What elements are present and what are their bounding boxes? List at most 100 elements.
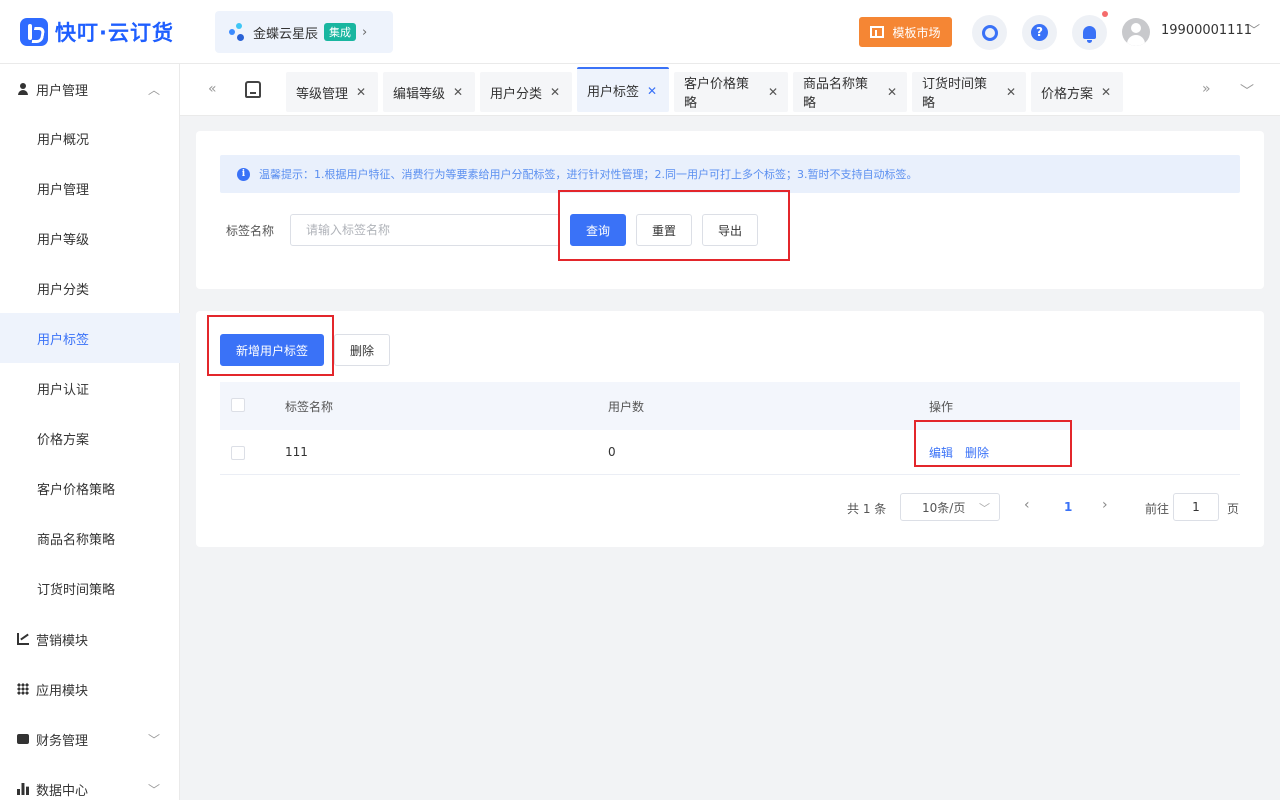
- info-icon: i: [237, 167, 250, 181]
- tabs-scroll-right-icon[interactable]: »: [1202, 81, 1211, 97]
- filter-panel: i 温馨提示：1.根据用户特征、消费行为等要素给用户分配标签，进行针对性管理；2…: [196, 131, 1264, 289]
- sidebar-item-user-category[interactable]: 用户分类: [0, 263, 180, 313]
- sidebar-group-finance[interactable]: 财务管理 ﹀: [0, 714, 180, 764]
- sidebar-group-apps[interactable]: 应用模块: [0, 664, 180, 714]
- integration-badge: 集成: [324, 23, 357, 41]
- chevron-up-icon: ︿: [147, 82, 160, 97]
- highlight-box: [207, 315, 334, 376]
- tab-user-category[interactable]: 用户分类 ✕: [480, 72, 572, 112]
- tab-label: 编辑等级: [393, 86, 446, 102]
- pagination: 共 1 条 10条/页 ﹀ ‹ 1 › 前往 页: [196, 493, 1264, 521]
- table-row: 111 0 编辑 删除: [220, 430, 1240, 475]
- sidebar-item-user-level[interactable]: 用户等级: [0, 213, 180, 263]
- sidebar-item-order-time-strategy[interactable]: 订货时间策略: [0, 563, 180, 613]
- cell-user-count: 0: [608, 445, 616, 459]
- table-panel: 新增用户标签 删除 标签名称 用户数 操作 111 0 编辑 删除 共 1 条 …: [196, 311, 1264, 547]
- close-icon[interactable]: ✕: [453, 85, 463, 99]
- bell-icon: [1083, 26, 1096, 43]
- prev-page-icon[interactable]: ‹: [1024, 497, 1030, 513]
- help-button[interactable]: ?: [1022, 15, 1057, 50]
- sidebar-group-marketing[interactable]: 营销模块: [0, 614, 180, 664]
- sidebar-item-product-name-strategy[interactable]: 商品名称策略: [0, 513, 180, 563]
- headset-icon: [981, 24, 998, 41]
- template-market-button[interactable]: 模板市场: [859, 17, 952, 47]
- username[interactable]: 19900001111: [1161, 23, 1252, 38]
- column-header-user-count: 用户数: [608, 399, 645, 414]
- tab-order-time-strategy[interactable]: 订货时间策略 ✕: [912, 72, 1026, 112]
- sidebar-item-price-plan[interactable]: 价格方案: [0, 413, 180, 463]
- brand-logo[interactable]: 快叮·云订货: [20, 18, 174, 46]
- logo-icon: [20, 18, 48, 46]
- close-icon[interactable]: ✕: [356, 85, 366, 99]
- chevron-down-icon: ﹀: [147, 782, 160, 797]
- user-icon: [17, 83, 29, 95]
- tab-label: 客户价格策略: [684, 77, 750, 111]
- tab-user-tag[interactable]: 用户标签 ✕: [577, 67, 669, 112]
- chevron-down-icon[interactable]: ﹀: [1240, 81, 1254, 101]
- tabs-scroll-left-icon[interactable]: «: [208, 81, 217, 97]
- chevron-down-icon: ﹀: [147, 732, 160, 747]
- highlight-box: [558, 190, 790, 261]
- sidebar-item-user-management[interactable]: 用户管理: [0, 163, 180, 213]
- kingdee-logo-icon: [229, 23, 247, 41]
- sidebar-group-label: 应用模块: [36, 683, 89, 699]
- select-all-checkbox[interactable]: [231, 398, 245, 412]
- org-name: 金蝶云星辰: [253, 26, 319, 42]
- customer-service-button[interactable]: [972, 15, 1007, 50]
- cell-tag-name: 111: [285, 445, 308, 459]
- chevron-right-icon: ›: [362, 24, 368, 40]
- sidebar-item-user-tag[interactable]: 用户标签: [0, 313, 180, 363]
- tab-label: 商品名称策略: [803, 77, 869, 111]
- page-size-select[interactable]: 10条/页 ﹀: [900, 493, 1000, 521]
- sidebar-item-label: 用户认证: [37, 382, 90, 398]
- sidebar-item-label: 用户等级: [37, 232, 90, 248]
- close-icon[interactable]: ✕: [1006, 85, 1016, 99]
- bar-chart-icon: [17, 783, 29, 795]
- tag-name-label: 标签名称: [226, 224, 275, 238]
- next-page-icon[interactable]: ›: [1102, 497, 1108, 513]
- sidebar-item-label: 客户价格策略: [37, 482, 116, 498]
- batch-delete-button[interactable]: 删除: [334, 334, 390, 366]
- tab-label: 用户分类: [490, 86, 543, 102]
- close-icon[interactable]: ✕: [647, 84, 657, 98]
- question-icon: ?: [1031, 24, 1048, 41]
- tab-label: 订货时间策略: [922, 77, 988, 111]
- sidebar-group-user[interactable]: 用户管理 ︿: [0, 64, 180, 114]
- row-checkbox[interactable]: [231, 446, 245, 460]
- tab-customer-price-strategy[interactable]: 客户价格策略 ✕: [674, 72, 788, 112]
- sidebar-item-label: 用户标签: [37, 332, 90, 348]
- chevron-down-icon[interactable]: ﹀: [1248, 21, 1260, 38]
- tab-price-plan[interactable]: 价格方案 ✕: [1031, 72, 1123, 112]
- sidebar-item-user-overview[interactable]: 用户概况: [0, 113, 180, 163]
- tab-level-management[interactable]: 等级管理 ✕: [286, 72, 378, 112]
- sidebar-item-user-verification[interactable]: 用户认证: [0, 363, 180, 413]
- goto-page-input[interactable]: [1173, 493, 1219, 521]
- close-icon[interactable]: ✕: [550, 85, 560, 99]
- home-icon[interactable]: [245, 81, 261, 98]
- close-icon[interactable]: ✕: [768, 85, 778, 99]
- notification-button[interactable]: [1072, 15, 1107, 50]
- tab-product-name-strategy[interactable]: 商品名称策略 ✕: [793, 72, 907, 112]
- sidebar-group-label: 数据中心: [36, 783, 89, 799]
- sidebar-item-customer-price-strategy[interactable]: 客户价格策略: [0, 463, 180, 513]
- org-switcher[interactable]: 金蝶云星辰 集成 ›: [215, 11, 393, 53]
- tab-label: 价格方案: [1041, 86, 1094, 102]
- tag-name-input[interactable]: [290, 214, 560, 246]
- sidebar-group-data-center[interactable]: 数据中心 ﹀: [0, 764, 180, 800]
- sidebar-group-label: 营销模块: [36, 633, 89, 649]
- tab-edit-level[interactable]: 编辑等级 ✕: [383, 72, 475, 112]
- sidebar-item-label: 商品名称策略: [37, 532, 116, 548]
- close-icon[interactable]: ✕: [1101, 85, 1111, 99]
- goto-label: 前往: [1145, 502, 1170, 516]
- close-icon[interactable]: ✕: [887, 85, 897, 99]
- avatar[interactable]: [1122, 18, 1150, 46]
- highlight-box: [914, 420, 1072, 467]
- sidebar-item-label: 用户管理: [37, 182, 90, 198]
- current-page[interactable]: 1: [1064, 500, 1072, 514]
- wallet-icon: [17, 734, 29, 744]
- column-header-tag-name: 标签名称: [285, 399, 334, 414]
- page-size-value: 10条/页: [922, 500, 966, 515]
- tab-label: 等级管理: [296, 86, 349, 102]
- template-icon: [870, 26, 885, 38]
- chevron-down-icon: ﹀: [979, 502, 990, 515]
